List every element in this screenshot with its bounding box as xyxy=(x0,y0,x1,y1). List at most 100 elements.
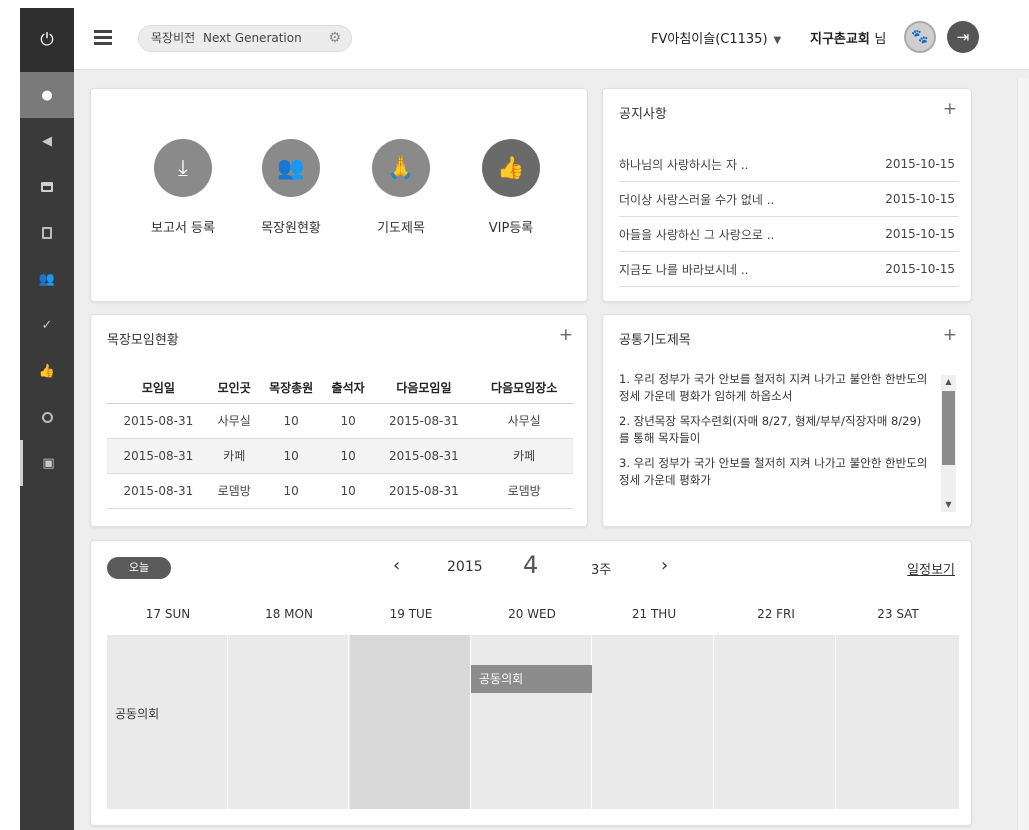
day-header: 21 THU xyxy=(631,607,677,621)
check-icon: ✓ xyxy=(41,317,53,333)
table-cell: 2015-08-31 xyxy=(372,403,476,439)
prev-week-button[interactable]: ‹ xyxy=(393,555,400,576)
day-header: 23 SAT xyxy=(877,607,919,621)
meeting-status-card: 목장모임현황 + 모임일 모인곳 목장총원 출석자 다음모임일 다음모임장소 2… xyxy=(90,314,588,527)
day-header: 20 WED xyxy=(508,607,556,621)
globe-icon xyxy=(41,411,53,423)
user-select[interactable]: FV아침이슬(C1135) ▼ xyxy=(651,28,781,47)
calendar-year: 2015 xyxy=(447,559,483,575)
table-cell: 2015-08-31 xyxy=(107,473,210,509)
prayer-scrollbar[interactable]: ▲ ▼ xyxy=(941,375,956,512)
prayer-more-button[interactable]: + xyxy=(943,325,957,345)
gear-icon[interactable]: ⚙ xyxy=(328,26,341,51)
sidebar-item-book[interactable]: ▣ xyxy=(20,440,74,486)
prayer-card: 공통기도제목 + 1. 우리 정부가 국가 안보를 철저히 지켜 나가고 불안한… xyxy=(602,314,972,527)
sidebar-item-check[interactable]: ✓ xyxy=(20,302,74,348)
column-header: 목장총원 xyxy=(258,373,324,404)
page-scrollbar[interactable] xyxy=(1017,78,1029,830)
sidebar-item-globe[interactable] xyxy=(20,394,74,440)
caret-down-icon: ▼ xyxy=(773,35,782,46)
user-select-value: FV아침이슬(C1135) xyxy=(651,32,768,47)
logout-icon: ⇥ xyxy=(956,28,970,46)
quick-item-label: VIP등록 xyxy=(488,221,534,236)
day-cell[interactable] xyxy=(107,635,228,809)
users-icon: 👥 xyxy=(38,271,56,287)
power-button[interactable]: ⏻ xyxy=(20,8,74,72)
scroll-thumb[interactable] xyxy=(942,391,955,465)
vision-label: 목장비전 xyxy=(151,31,196,45)
prayer-item[interactable]: 3. 우리 정부가 국가 안보를 철저히 지켜 나가고 불안한 한반도의 정세 … xyxy=(619,455,935,489)
column-header: 출석자 xyxy=(323,373,373,404)
meeting-more-button[interactable]: + xyxy=(559,325,573,345)
notice-more-button[interactable]: + xyxy=(943,99,957,119)
user-name: 지구촌교회 님 xyxy=(810,28,886,47)
sidebar-item-members[interactable]: 👥 xyxy=(20,256,74,302)
top-bar: 목장비전 Next Generation ⚙ FV아침이슬(C1135) ▼ 지구… xyxy=(74,8,1029,70)
day-cell[interactable] xyxy=(471,635,592,809)
day-header: 19 TUE xyxy=(389,607,433,621)
sidebar-item-like[interactable]: 👍 xyxy=(20,348,74,394)
prayer-item[interactable]: 1. 우리 정부가 국가 안보를 철저히 지켜 나가고 불안한 한반도의 정세 … xyxy=(619,371,935,405)
notice-row-date: 2015-10-15 xyxy=(885,192,955,206)
table-row[interactable]: 2015-08-31 로뎀방 10 10 2015-08-31 로뎀방 xyxy=(107,473,573,509)
calendar-grid: 공동의회 공동의회 xyxy=(107,635,959,809)
sidebar-item-home[interactable]: ● xyxy=(20,72,74,118)
table-cell: 카페 xyxy=(209,438,259,474)
sidebar-item-notice[interactable]: ◀ xyxy=(20,118,74,164)
day-cell[interactable] xyxy=(715,635,836,809)
notice-row-date: 2015-10-15 xyxy=(885,262,955,276)
notice-row[interactable]: 하나님의 사랑하시는 자 .. 2015-10-15 xyxy=(619,147,959,182)
table-cell: 사무실 xyxy=(475,403,573,439)
table-cell: 2015-08-31 xyxy=(372,438,476,474)
notice-row[interactable]: 더이상 사랑스러울 수가 없네 .. 2015-10-15 xyxy=(619,182,959,217)
power-icon: ⏻ xyxy=(40,30,54,50)
scroll-down-icon[interactable]: ▼ xyxy=(941,498,956,512)
day-header: 18 MON xyxy=(265,607,313,621)
prayer-title: 공통기도제목 xyxy=(619,333,691,348)
notice-row-title: 지금도 나를 바라보시네 .. xyxy=(619,262,749,277)
next-week-button[interactable]: › xyxy=(661,555,668,576)
notice-row[interactable]: 아들을 사랑하신 그 사랑으로 .. 2015-10-15 xyxy=(619,217,959,252)
day-cell[interactable] xyxy=(837,635,958,809)
table-cell: 2015-08-31 xyxy=(107,438,210,474)
schedule-view-link[interactable]: 일정보기 xyxy=(907,559,955,578)
table-cell: 10 xyxy=(258,438,324,474)
table-row[interactable]: 2015-08-31 사무실 10 10 2015-08-31 사무실 xyxy=(107,403,573,439)
document-icon xyxy=(42,227,52,239)
notice-card: 공지사항 + 하나님의 사랑하시는 자 .. 2015-10-15 더이상 사랑… xyxy=(602,88,972,302)
notice-row-date: 2015-10-15 xyxy=(885,227,955,241)
table-cell: 로뎀방 xyxy=(209,473,259,509)
notice-row[interactable]: 지금도 나를 바라보시네 .. 2015-10-15 xyxy=(619,252,959,287)
menu-icon[interactable] xyxy=(94,30,112,45)
today-button[interactable]: 오늘 xyxy=(107,557,171,579)
prayer-item[interactable]: 2. 장년목장 목자수련회(자매 8/27, 형제/부부/직장자매 8/29) … xyxy=(619,413,935,447)
notice-title: 공지사항 xyxy=(619,107,667,122)
meeting-table: 모임일 모인곳 목장총원 출석자 다음모임일 다음모임장소 2015-08-31… xyxy=(107,373,573,509)
calendar-card: 오늘 ‹ 2015 4 3주 › 일정보기 17 SUN 18 MON 19 T… xyxy=(90,540,972,826)
quick-item-label: 목장원현황 xyxy=(261,221,321,236)
vision-pill[interactable]: 목장비전 Next Generation ⚙ xyxy=(138,25,352,52)
table-cell: 10 xyxy=(258,403,324,439)
quick-item-prayer[interactable]: 🙏 기도제목 xyxy=(351,139,451,236)
sidebar-item-calendar[interactable] xyxy=(20,164,74,210)
quick-item-report[interactable]: ⤓ 보고서 등록 xyxy=(133,139,233,236)
day-cell[interactable] xyxy=(593,635,714,809)
download-tray-icon: ⤓ xyxy=(154,139,212,197)
table-cell: 10 xyxy=(323,403,373,439)
calendar-event[interactable]: 공동의회 xyxy=(115,705,159,722)
quick-item-label: 보고서 등록 xyxy=(151,221,215,236)
table-row[interactable]: 2015-08-31 카페 10 10 2015-08-31 카페 xyxy=(107,438,573,474)
scroll-up-icon[interactable]: ▲ xyxy=(941,375,956,389)
day-cell-highlight[interactable] xyxy=(350,635,471,809)
quick-item-members[interactable]: 👥 목장원현황 xyxy=(241,139,341,236)
notice-row-title: 더이상 사랑스러울 수가 없네 .. xyxy=(619,192,775,207)
column-header: 다음모임장소 xyxy=(475,373,573,404)
logout-button[interactable]: ⇥ xyxy=(947,21,979,53)
table-cell: 사무실 xyxy=(209,403,259,439)
calendar-event[interactable]: 공동의회 xyxy=(471,665,592,693)
table-cell: 카페 xyxy=(475,438,573,474)
sidebar-item-document[interactable] xyxy=(20,210,74,256)
quick-item-vip[interactable]: 👍 VIP등록 xyxy=(461,139,561,236)
avatar[interactable]: 🐾 xyxy=(904,21,936,53)
day-cell[interactable] xyxy=(228,635,349,809)
